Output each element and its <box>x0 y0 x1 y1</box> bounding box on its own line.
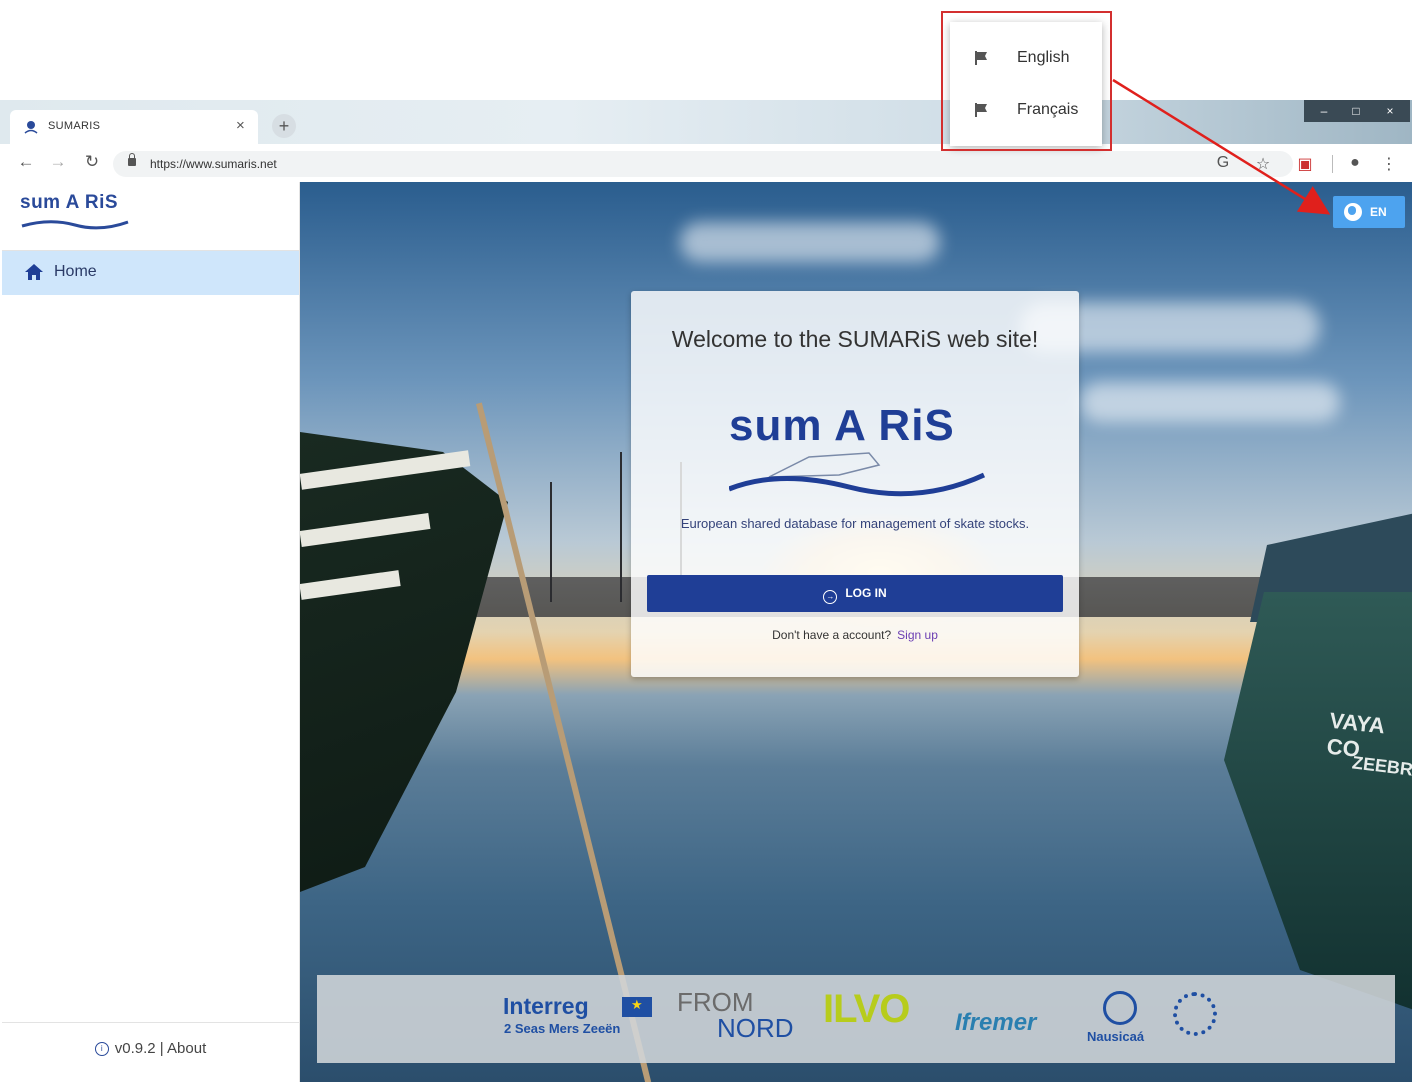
annotation-arrow-icon <box>1112 78 1331 215</box>
